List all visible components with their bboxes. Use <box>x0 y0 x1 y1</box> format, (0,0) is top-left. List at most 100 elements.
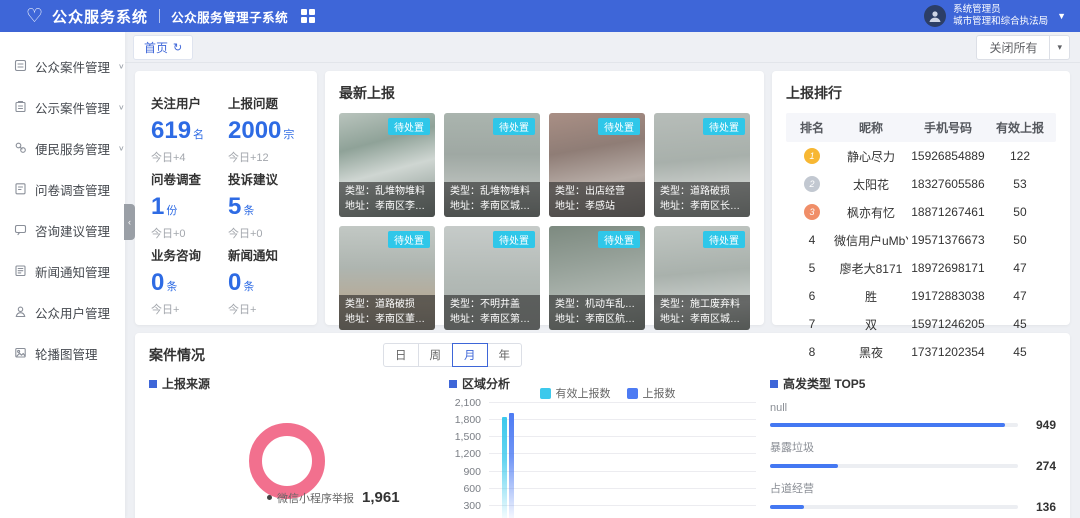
period-button-周[interactable]: 周 <box>418 343 454 367</box>
count-cell: 50 <box>988 233 1052 247</box>
nickname-cell: 胜 <box>834 288 908 305</box>
y-tick-label: 1,200 <box>455 448 481 460</box>
brand: ♡ 公众服务系统 公众服务管理子系统 <box>26 6 315 27</box>
legend-item[interactable]: 上报数 <box>627 385 676 401</box>
rank-cell: 1 <box>790 148 834 164</box>
bar-上报数[interactable] <box>509 413 514 518</box>
table-row[interactable]: 1静心尽力15926854889122 <box>786 142 1056 170</box>
stat-unit: 名 <box>193 129 204 141</box>
avatar <box>924 5 946 27</box>
stat-card-6: 新闻通知0条今日+ <box>228 245 301 317</box>
refresh-icon[interactable]: ↻ <box>173 41 182 54</box>
top-type-fill <box>770 423 1005 427</box>
bar-slot <box>603 403 641 518</box>
ranking-table-header: 排名昵称手机号码有效上报 <box>786 113 1056 142</box>
stat-unit: 条 <box>243 205 254 217</box>
stat-value: 619名 <box>151 117 224 145</box>
stat-delta: 今日+4 <box>151 149 224 165</box>
close-all-button[interactable]: 关闭所有 <box>976 35 1050 60</box>
report-address: 地址：孝南区李花线(孝... <box>345 200 429 215</box>
report-card[interactable]: 待处置类型：道路破损地址：孝南区董湖社区A6... <box>339 226 435 330</box>
report-card[interactable]: 待处置类型：施工废弃料地址：孝南区城站路(亚... <box>654 226 750 330</box>
bar-slot <box>489 403 527 518</box>
medal-icon: 2 <box>804 176 820 192</box>
nickname-cell: 微信用户uMbY <box>834 232 908 249</box>
app-title: 公众服务系统 <box>52 6 148 27</box>
stat-number: 619 <box>151 117 191 144</box>
report-card[interactable]: 待处置类型：乱堆物堆料地址：孝南区城站路(孝... <box>444 113 540 217</box>
chevron-down-icon: ∨ <box>118 144 125 153</box>
stat-card-4: 投诉建议5条今日+0 <box>228 169 301 241</box>
report-card[interactable]: 待处置类型：道路破损地址：孝南区长征路(孝... <box>654 113 750 217</box>
sidebar-item-8[interactable]: 轮播图管理 <box>0 333 125 374</box>
medal-icon: 1 <box>804 148 820 164</box>
tab-bar: 首页 ↻ 关闭所有 ▾ <box>125 32 1080 63</box>
sidebar-item-label: 咨询建议管理 <box>35 221 117 240</box>
legend-item[interactable]: 有效上报数 <box>540 385 611 401</box>
ranking-title: 上报排行 <box>786 83 1056 103</box>
report-info: 类型：道路破损地址：孝南区长征路(孝... <box>654 182 750 217</box>
table-row[interactable]: 4微信用户uMbY1957137667350 <box>786 226 1056 254</box>
report-card[interactable]: 待处置类型：乱堆物堆料地址：孝南区李花线(孝... <box>339 113 435 217</box>
sidebar-item-label: 便民服务管理 <box>35 139 110 158</box>
report-type: 类型：不明井盖 <box>450 298 534 313</box>
sidebar-item-6[interactable]: 新闻通知管理 <box>0 251 125 292</box>
period-button-年[interactable]: 年 <box>487 343 523 367</box>
table-row[interactable]: 3枫亦有忆1887126746150 <box>786 198 1056 226</box>
user-menu[interactable]: 系统管理员 城市管理和综合执法局 ▼ <box>924 4 1066 28</box>
bar-slot <box>527 403 565 518</box>
phone-cell: 19571376673 <box>908 233 988 247</box>
table-row[interactable]: 8黑夜1737120235445 <box>786 338 1056 366</box>
ranking-header-cell: 排名 <box>790 119 834 136</box>
report-info: 类型：出店经营地址：孝感站 <box>549 182 645 217</box>
apps-grid-icon[interactable] <box>301 9 315 23</box>
sidebar-item-7[interactable]: 公众用户管理 <box>0 292 125 333</box>
report-address: 地址：孝南区城站路(亚... <box>660 313 744 328</box>
tab-home[interactable]: 首页 ↻ <box>133 35 193 60</box>
report-type: 类型：乱堆物堆料 <box>450 185 534 200</box>
sidebar-collapse-handle[interactable]: ‹ <box>124 204 135 240</box>
case-status-title: 案件情况 <box>149 345 205 365</box>
stat-card-5: 业务咨询0条今日+ <box>151 245 224 317</box>
report-type: 类型：道路破损 <box>660 185 744 200</box>
status-badge: 待处置 <box>598 118 640 135</box>
bar-slot <box>718 403 756 518</box>
rank-cell: 3 <box>790 204 834 220</box>
table-row[interactable]: 5廖老大81711897269817147 <box>786 254 1056 282</box>
sidebar-item-5[interactable]: 咨询建议管理 <box>0 210 125 251</box>
report-card[interactable]: 待处置类型：不明井盖地址：孝南区第一人民医... <box>444 226 540 330</box>
stats-panel: 关注用户619名今日+4上报问题2000宗今日+12问卷调查1份今日+0投诉建议… <box>135 71 317 325</box>
stat-number: 2000 <box>228 117 281 144</box>
sidebar-users-icon <box>14 305 27 321</box>
count-cell: 47 <box>988 261 1052 275</box>
stat-unit: 宗 <box>283 129 294 141</box>
nickname-cell: 太阳花 <box>834 176 908 193</box>
legend-label: 上报数 <box>643 385 676 401</box>
period-button-月[interactable]: 月 <box>452 343 488 367</box>
report-card[interactable]: 待处置类型：出店经营地址：孝感站 <box>549 113 645 217</box>
sidebar-item-1[interactable]: 公众案件管理∨ <box>0 46 125 87</box>
content: 关注用户619名今日+4上报问题2000宗今日+12问卷调查1份今日+0投诉建议… <box>125 63 1080 518</box>
period-button-日[interactable]: 日 <box>383 343 419 367</box>
nickname-cell: 廖老大8171 <box>834 260 908 277</box>
tab-actions: 关闭所有 ▾ <box>976 35 1070 60</box>
report-card[interactable]: 待处置类型：机动车乱停放地址：孝南区航天花园(... <box>549 226 645 330</box>
legend-swatch-icon <box>627 388 638 399</box>
stat-label: 业务咨询 <box>151 245 224 264</box>
bar-有效上报数[interactable] <box>502 417 507 518</box>
sidebar-item-4[interactable]: 问卷调查管理 <box>0 169 125 210</box>
top-type-row: 占道经营136 <box>770 480 1056 514</box>
report-info: 类型：乱堆物堆料地址：孝南区李花线(孝... <box>339 182 435 217</box>
app-root: ♡ 公众服务系统 公众服务管理子系统 系统管理员 城市管理和综合执法局 ▼ 公众… <box>0 0 1080 518</box>
top-type-value: 274 <box>1026 459 1056 473</box>
table-row[interactable]: 2太阳花1832760558653 <box>786 170 1056 198</box>
period-segmented-control: 日周月年 <box>383 343 522 367</box>
donut-label-dot-icon <box>267 495 272 500</box>
table-row[interactable]: 7双1597124620545 <box>786 310 1056 338</box>
sidebar-item-2[interactable]: 公示案件管理∨ <box>0 87 125 128</box>
y-tick-label: 2,100 <box>455 397 481 409</box>
close-all-caret-button[interactable]: ▾ <box>1050 35 1070 60</box>
ranking-header-cell: 有效上报 <box>988 119 1052 136</box>
table-row[interactable]: 6胜1917288303847 <box>786 282 1056 310</box>
sidebar-item-3[interactable]: 便民服务管理 ∨ <box>0 128 125 169</box>
